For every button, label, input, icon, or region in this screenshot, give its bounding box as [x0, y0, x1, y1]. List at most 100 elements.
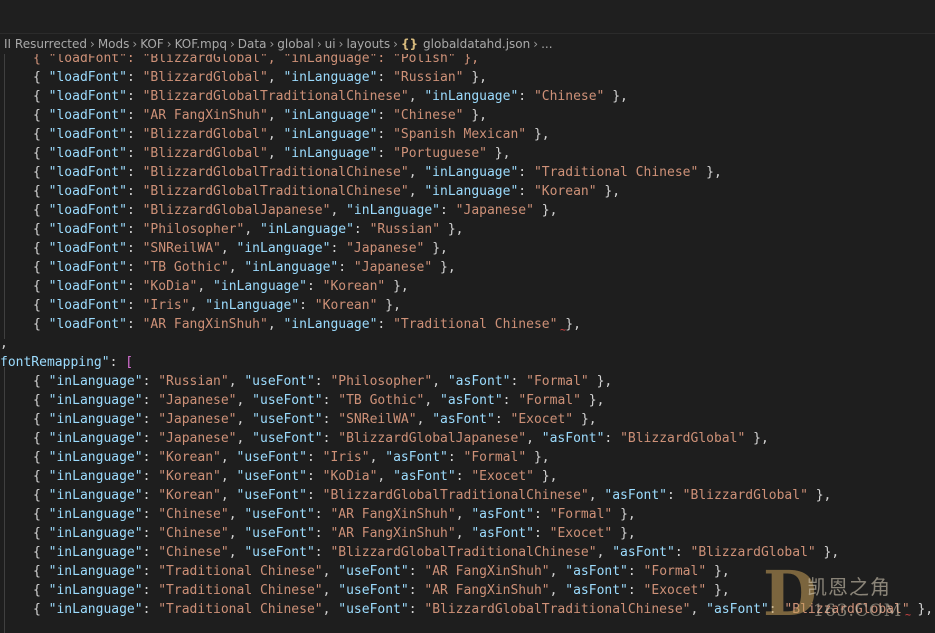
code-token: ,: [322, 602, 339, 617]
code-token: "inLanguage": [283, 146, 378, 161]
code-line: { "loadFont": "Iris", "inLanguage": "Kor…: [33, 296, 401, 315]
load-font-value: "BlizzardGlobalJapanese": [142, 203, 331, 218]
code-token: ,: [549, 583, 566, 598]
chevron-right-icon: ›: [338, 37, 344, 51]
breadcrumb-more[interactable]: ...: [541, 37, 552, 51]
code-token: ,: [408, 89, 425, 104]
load-language-value: "Korean": [322, 279, 386, 294]
remap-usefont-value: "BlizzardGlobalJapanese": [338, 431, 527, 446]
code-token: ,: [408, 184, 425, 199]
code-token: "asFont": [385, 450, 448, 465]
code-token: "inLanguage": [48, 469, 143, 484]
load-language-value: "Portuguese": [393, 146, 487, 161]
code-line: { "inLanguage": "Korean", "useFont": "Ko…: [33, 467, 557, 486]
breadcrumb-file[interactable]: globaldatahd.json: [423, 37, 530, 51]
load-language-value: "Korean": [314, 298, 378, 313]
code-token: "asFont": [471, 507, 534, 522]
code-token: :: [314, 526, 331, 541]
code-token: :: [377, 108, 394, 123]
code-token: "inLanguage": [48, 583, 143, 598]
code-token: :: [142, 564, 159, 579]
code-token: :: [126, 165, 143, 180]
code-token: "inLanguage": [346, 203, 441, 218]
code-token: ,: [690, 602, 707, 617]
code-token: "asFont": [393, 469, 456, 484]
code-token: "inLanguage": [424, 184, 519, 199]
code-token: {: [33, 602, 49, 617]
code-token: ,: [236, 431, 253, 446]
code-token: :: [142, 431, 159, 446]
code-token: "loadFont": [48, 241, 127, 256]
code-token: :: [408, 564, 425, 579]
code-token: "inLanguage": [283, 317, 378, 332]
breadcrumb-item[interactable]: Data: [238, 37, 267, 51]
code-token: :: [533, 507, 550, 522]
code-editor[interactable]: { "loadFont": "BlizzardGlobal", "inLangu…: [0, 54, 935, 633]
breadcrumb-item[interactable]: ui: [325, 37, 336, 51]
code-token: "useFont": [252, 431, 323, 446]
code-token: },: [377, 298, 401, 313]
code-token: "useFont": [244, 507, 315, 522]
code-token: "inLanguage": [424, 89, 519, 104]
remap-language-value: "Traditional Chinese": [158, 564, 323, 579]
code-token: ,: [189, 298, 206, 313]
code-token: :: [126, 317, 143, 332]
code-token: ,: [220, 488, 237, 503]
code-token: ,: [330, 203, 347, 218]
code-token: {: [33, 507, 49, 522]
code-token: :: [377, 317, 394, 332]
code-token: :: [377, 70, 394, 85]
code-token: ,: [588, 488, 605, 503]
code-token: :: [126, 127, 143, 142]
code-token: "asFont": [471, 526, 534, 541]
code-line: { "loadFont": "BlizzardGlobalTraditional…: [33, 87, 628, 106]
error-squiggle: ~: [560, 325, 567, 336]
remap-usefont-value: "TB Gothic": [338, 393, 425, 408]
code-line: { "loadFont": "BlizzardGlobal", "inLangu…: [33, 125, 550, 144]
remap-language-value: "Traditional Chinese": [158, 602, 323, 617]
load-language-value: "Russian": [393, 70, 464, 85]
code-token: "loadFont": [48, 203, 127, 218]
code-token: },: [815, 545, 840, 560]
code-token: :: [142, 412, 159, 427]
code-token: ,: [220, 450, 237, 465]
code-token: ,: [267, 317, 284, 332]
code-token: :: [142, 583, 159, 598]
code-token: "inLanguage": [48, 545, 143, 560]
breadcrumb-item[interactable]: Mods: [98, 37, 130, 51]
code-token: ,: [267, 127, 284, 142]
load-font-value: "BlizzardGlobalTraditionalChinese": [142, 89, 409, 104]
load-font-value: "AR FangXinShuh": [142, 317, 268, 332]
code-token: :: [455, 469, 472, 484]
code-token: :: [142, 488, 159, 503]
code-token: },: [604, 89, 628, 104]
load-language-value: "Japanese": [346, 241, 425, 256]
code-token: :: [126, 70, 143, 85]
remap-asfont-value: "Exocet": [471, 469, 534, 484]
code-line: { "inLanguage": "Chinese", "useFont": "A…: [33, 505, 636, 524]
code-token: {: [33, 317, 49, 332]
remap-asfont-value: "Exocet": [549, 526, 613, 541]
remap-language-value: "Chinese": [158, 526, 229, 541]
code-token: "useFont": [338, 564, 409, 579]
code-token: },: [424, 241, 448, 256]
load-font-value: "SNReilWA": [142, 241, 221, 256]
code-line: fontRemapping": [: [0, 353, 133, 372]
code-token: "asFont": [604, 488, 668, 503]
code-token: {: [33, 412, 49, 427]
load-font-value: "Iris": [142, 298, 190, 313]
breadcrumb-item[interactable]: KOF: [140, 37, 164, 51]
code-token: "useFont": [236, 469, 307, 484]
code-token: :: [314, 507, 331, 522]
code-token: :: [142, 526, 159, 541]
breadcrumb-item[interactable]: global: [277, 37, 314, 51]
remap-usefont-value: "AR FangXinShuh": [330, 526, 456, 541]
breadcrumb-item[interactable]: KOF.mpq: [175, 37, 227, 51]
code-token: :: [627, 583, 644, 598]
code-token: {: [33, 488, 49, 503]
breadcrumb-item[interactable]: II Resurrected: [4, 37, 87, 51]
code-token: },: [807, 488, 832, 503]
code-token: ,: [228, 260, 245, 275]
code-token: "inLanguage": [283, 108, 378, 123]
breadcrumb-item[interactable]: layouts: [346, 37, 390, 51]
